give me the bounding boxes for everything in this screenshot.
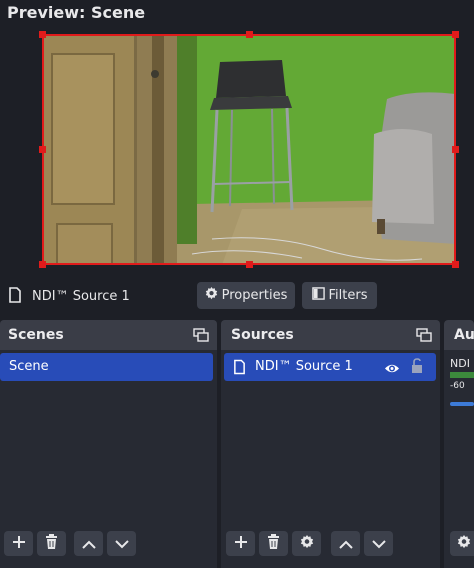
sources-dock-title: Sources <box>231 327 294 343</box>
volume-meter <box>450 372 474 378</box>
chevron-down-icon <box>114 534 129 553</box>
resize-handle-bottom-left[interactable] <box>39 261 46 268</box>
chevron-down-icon <box>371 534 386 553</box>
audio-mixer-dock-header: Au <box>444 320 474 350</box>
audio-mixer-dock: Au NDI -60 <box>444 320 474 568</box>
resize-handle-top[interactable] <box>246 31 253 38</box>
file-icon <box>8 287 22 307</box>
audio-channel-label: NDI <box>450 357 470 370</box>
audio-mixer-settings-button[interactable] <box>450 531 474 556</box>
resize-handle-left[interactable] <box>39 146 46 153</box>
chevron-up-icon <box>338 534 353 553</box>
scene-list-item[interactable]: Scene <box>0 353 213 381</box>
undock-icon[interactable] <box>193 327 209 346</box>
scene-image <box>42 34 456 265</box>
move-source-down-button[interactable] <box>364 531 393 556</box>
scenes-dock-title: Scenes <box>8 327 64 343</box>
plus-icon <box>12 534 26 553</box>
source-label: NDI™ Source 1 <box>255 359 353 374</box>
preview-title: Preview: Scene <box>7 3 146 22</box>
move-scene-up-button[interactable] <box>74 531 103 556</box>
move-source-up-button[interactable] <box>331 531 360 556</box>
scene-label: Scene <box>9 359 49 374</box>
volume-slider[interactable] <box>450 402 474 406</box>
file-icon <box>233 359 246 379</box>
resize-handle-right[interactable] <box>452 146 459 153</box>
add-source-button[interactable] <box>226 531 255 556</box>
meter-tick-label: -60 <box>450 381 465 391</box>
resize-handle-bottom[interactable] <box>246 261 253 268</box>
sources-dock: Sources NDI™ Source 1 <box>221 320 440 568</box>
remove-source-button[interactable] <box>259 531 288 556</box>
source-toolbar: NDI™ Source 1 Properties Filters <box>0 277 474 316</box>
resize-handle-top-left[interactable] <box>39 31 46 38</box>
resize-handle-bottom-right[interactable] <box>452 261 459 268</box>
remove-scene-button[interactable] <box>37 531 66 556</box>
resize-handle-top-right[interactable] <box>452 31 459 38</box>
undock-icon[interactable] <box>416 327 432 346</box>
source-list-item[interactable]: NDI™ Source 1 <box>224 353 436 381</box>
scenes-dock: Scenes Scene <box>0 320 217 568</box>
selected-source-name: NDI™ Source 1 <box>32 289 130 304</box>
trash-icon <box>45 534 58 553</box>
chevron-up-icon <box>81 534 96 553</box>
add-scene-button[interactable] <box>4 531 33 556</box>
move-scene-down-button[interactable] <box>107 531 136 556</box>
eye-icon[interactable] <box>384 360 400 379</box>
preview-area[interactable] <box>0 28 474 275</box>
audio-mixer-dock-title: Au <box>454 327 474 343</box>
properties-label: Properties <box>221 288 288 303</box>
scene-canvas[interactable] <box>42 34 456 265</box>
properties-button[interactable]: Properties <box>197 282 295 309</box>
sources-dock-header: Sources <box>221 320 440 350</box>
filters-button[interactable]: Filters <box>302 282 377 309</box>
trash-icon <box>267 534 280 553</box>
unlock-icon[interactable] <box>411 358 423 378</box>
filter-icon <box>311 287 325 304</box>
gear-icon <box>205 287 218 304</box>
gear-icon <box>300 534 314 553</box>
preview-header: Preview: Scene <box>0 0 474 28</box>
filters-label: Filters <box>328 288 368 303</box>
scenes-dock-header: Scenes <box>0 320 217 350</box>
gear-icon <box>457 534 471 553</box>
source-properties-button[interactable] <box>292 531 321 556</box>
plus-icon <box>234 534 248 553</box>
